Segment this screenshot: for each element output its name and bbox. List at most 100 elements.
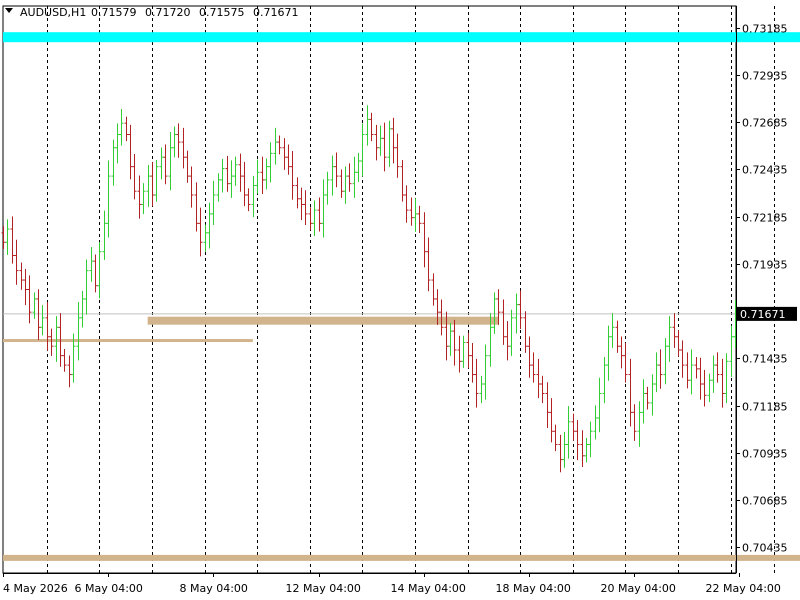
price-bar xyxy=(369,112,374,142)
price-bar xyxy=(238,153,243,192)
price-bar xyxy=(571,413,576,441)
price-bar xyxy=(707,373,712,402)
price-bar xyxy=(650,374,655,416)
price-bar xyxy=(295,177,300,209)
price-bar xyxy=(124,116,129,142)
price-bar xyxy=(5,219,10,255)
price-bar xyxy=(729,325,734,378)
price-bar xyxy=(40,305,45,336)
price-bar xyxy=(689,349,694,395)
price-bar xyxy=(141,183,146,215)
axes-layer: 0.73185 0.72935 0.72685 0.72435 0.72185 0.719… xyxy=(3,6,797,595)
price-bar xyxy=(387,120,392,167)
price-bar xyxy=(540,375,545,404)
menu-triangle-icon[interactable] xyxy=(5,8,13,13)
price-bar xyxy=(339,169,344,198)
price-bar xyxy=(115,123,120,164)
x-tick-label: 12 May 04:00 xyxy=(286,582,361,595)
price-bar xyxy=(509,309,514,356)
price-bar xyxy=(545,382,550,429)
price-bar xyxy=(623,342,628,383)
price-bar xyxy=(549,398,554,443)
price-bar xyxy=(606,325,611,381)
y-tick-label: 0.72935 xyxy=(742,70,788,83)
price-bar xyxy=(663,338,668,385)
price-bar xyxy=(374,124,379,161)
price-bar xyxy=(417,205,422,233)
price-bar xyxy=(715,352,720,383)
price-bar xyxy=(505,321,510,361)
price-bar xyxy=(575,420,580,461)
price-bar xyxy=(312,200,317,237)
price-bar xyxy=(159,147,164,180)
price-bar xyxy=(584,437,589,463)
price-bar xyxy=(628,358,633,427)
x-tick-label: 18 May 04:00 xyxy=(496,582,571,595)
price-bar xyxy=(80,290,85,328)
price-bar xyxy=(242,161,247,207)
price-bar xyxy=(273,127,278,165)
price-bar xyxy=(492,292,497,334)
price-bar xyxy=(330,155,335,196)
y-tick-label: 0.72685 xyxy=(742,117,788,130)
price-bar xyxy=(395,133,400,178)
price-bar xyxy=(562,431,567,468)
price-bar xyxy=(1,226,6,249)
price-bar xyxy=(615,320,620,353)
x-tick-label: 8 May 04:00 xyxy=(180,582,248,595)
x-tick-label: 6 May 04:00 xyxy=(75,582,143,595)
price-bar xyxy=(268,142,273,183)
price-bar xyxy=(172,126,177,158)
level-line xyxy=(147,316,499,325)
price-bar xyxy=(308,207,313,230)
price-bar xyxy=(698,357,703,400)
chart-title: AUDUSD,H1 xyxy=(20,6,86,19)
price-bar xyxy=(457,335,462,373)
price-bar xyxy=(553,424,558,452)
y-tick-label: 0.71185 xyxy=(742,401,788,414)
price-bar xyxy=(448,322,453,356)
price-bar xyxy=(207,202,212,249)
price-bar xyxy=(154,160,159,202)
price-bar xyxy=(470,342,475,383)
price-bar xyxy=(102,210,107,260)
price-bar xyxy=(531,352,536,383)
price-bar xyxy=(321,179,326,238)
price-bar xyxy=(637,401,642,447)
price-bar xyxy=(128,124,133,180)
price-bar xyxy=(593,405,598,440)
price-bar xyxy=(672,313,677,348)
price-bar xyxy=(181,127,186,169)
price-bar xyxy=(720,358,725,408)
price-bar xyxy=(518,290,523,330)
price-bar xyxy=(185,150,190,183)
price-bar xyxy=(93,254,98,293)
level-line xyxy=(3,339,253,343)
price-bar xyxy=(189,166,194,208)
level-line xyxy=(3,554,800,561)
price-bar xyxy=(632,404,637,441)
price-bar xyxy=(163,144,168,185)
price-bar xyxy=(536,358,541,399)
price-bar xyxy=(597,377,602,433)
price-bar xyxy=(422,212,427,268)
current-price-label: 0.71671 xyxy=(740,308,786,321)
price-chart[interactable]: 0.73185 0.72935 0.72685 0.72435 0.72185 0.719… xyxy=(0,0,800,600)
price-bar xyxy=(150,161,155,207)
price-bar xyxy=(676,330,681,357)
y-tick-label: 0.72435 xyxy=(742,164,788,177)
price-bar xyxy=(225,155,230,192)
ohlc-low: 0.71575 xyxy=(199,6,245,19)
price-bar xyxy=(54,316,59,362)
price-bar xyxy=(137,175,142,219)
price-bar xyxy=(216,173,221,202)
price-bar xyxy=(10,216,15,264)
price-bar xyxy=(334,152,339,188)
price-bar xyxy=(566,406,571,459)
level-line xyxy=(3,32,800,43)
price-bar xyxy=(111,139,116,186)
price-bar xyxy=(452,319,457,366)
price-bar xyxy=(356,152,361,182)
price-bar xyxy=(711,355,716,393)
price-bar xyxy=(602,356,607,404)
